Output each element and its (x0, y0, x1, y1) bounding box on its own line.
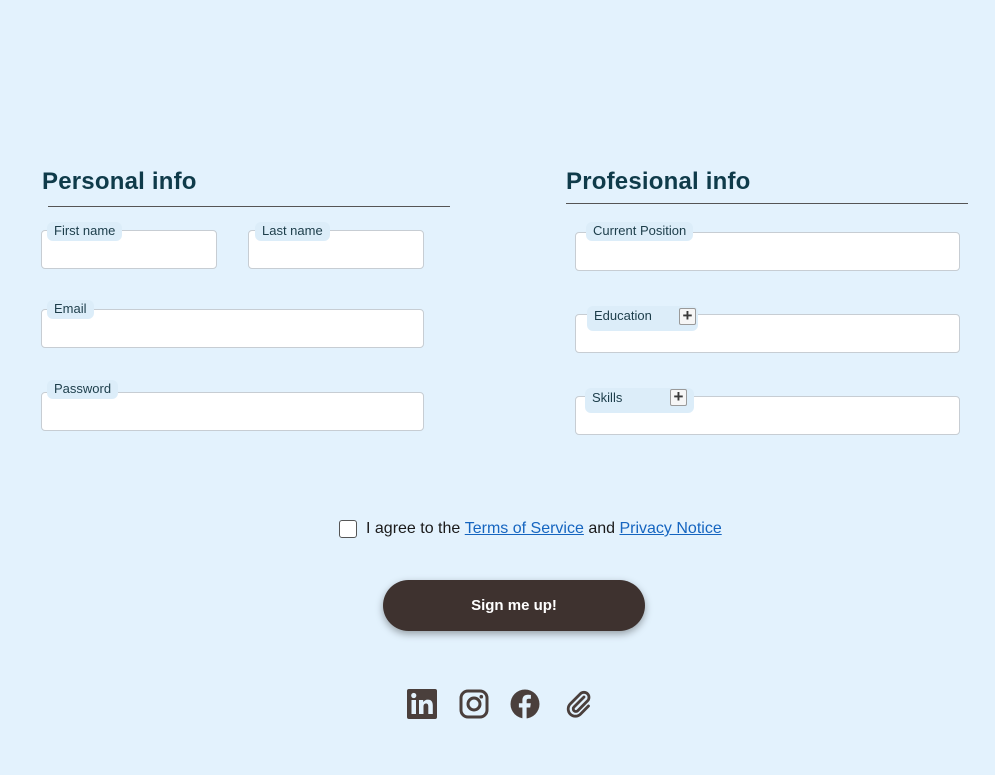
add-skill-button[interactable]: + (670, 388, 687, 406)
facebook-icon[interactable] (509, 688, 541, 720)
personal-divider (48, 206, 450, 207)
sign-up-button[interactable]: Sign me up! (383, 580, 645, 631)
email-input[interactable] (42, 310, 423, 347)
email-field[interactable] (41, 309, 424, 348)
current-position-label: Current Position (586, 222, 694, 241)
signup-page: Personal info First name Last name Email… (0, 0, 995, 775)
email-label: Email (47, 300, 94, 319)
personal-info-title: Personal info (42, 168, 197, 195)
instagram-icon[interactable] (458, 688, 490, 720)
terms-consent: I agree to the Terms of Service and Priv… (339, 520, 722, 538)
attachment-icon[interactable] (562, 688, 594, 720)
password-label: Password (47, 380, 119, 399)
terms-checkbox[interactable] (339, 520, 357, 538)
professional-divider (566, 203, 968, 204)
linkedin-icon[interactable] (406, 688, 438, 720)
first-name-label: First name (47, 222, 123, 241)
terms-of-service-link[interactable]: Terms of Service (465, 520, 584, 538)
consent-prefix: I agree to the (366, 520, 465, 537)
consent-conjunction: and (583, 520, 620, 537)
privacy-notice-link[interactable]: Privacy Notice (619, 520, 721, 538)
last-name-label: Last name (255, 222, 330, 241)
add-education-button[interactable]: + (679, 307, 696, 325)
professional-info-title: Profesional info (566, 168, 751, 195)
